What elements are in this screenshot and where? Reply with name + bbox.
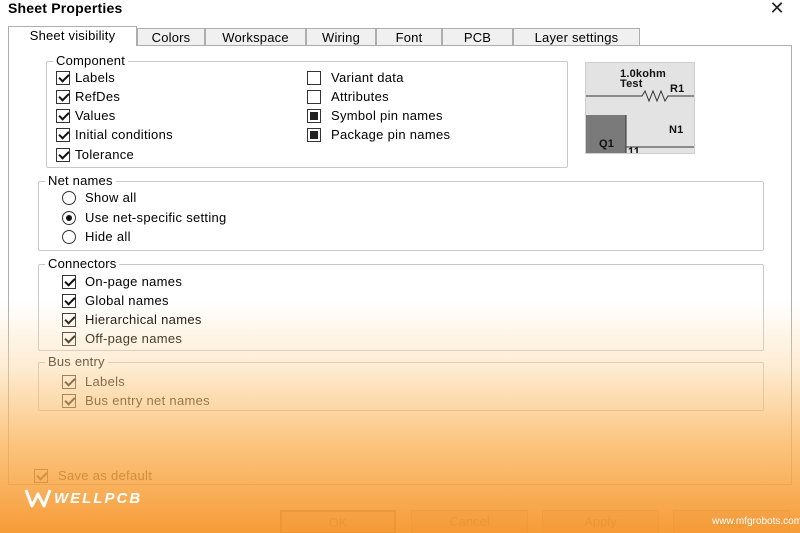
connectors-legend: Connectors bbox=[45, 256, 120, 272]
checkbox-label: Package pin names bbox=[331, 127, 451, 142]
tab-workspace[interactable]: Workspace bbox=[205, 28, 306, 45]
radio-label: Show all bbox=[85, 190, 137, 205]
checkbox-label: Tolerance bbox=[75, 147, 135, 162]
checkbox-box[interactable] bbox=[56, 109, 70, 123]
checkbox-box[interactable] bbox=[56, 148, 70, 162]
checkbox-box[interactable] bbox=[307, 128, 321, 142]
sheet-properties-dialog: Sheet Properties ✕ Sheet visibility Colo… bbox=[0, 0, 800, 533]
tab-colors[interactable]: Colors bbox=[137, 28, 205, 45]
checkbox-box[interactable] bbox=[56, 90, 70, 104]
checkbox-box[interactable] bbox=[62, 275, 76, 289]
checkbox-box[interactable] bbox=[62, 313, 76, 327]
component-preview: 1.0kohm Test R1 N1 Q1 11 bbox=[585, 62, 695, 154]
radio-button[interactable] bbox=[62, 230, 76, 244]
checkbox-box[interactable] bbox=[62, 375, 76, 389]
radio-button[interactable] bbox=[62, 191, 76, 205]
checkbox-label: Attributes bbox=[331, 89, 389, 104]
checkbox-label: On-page names bbox=[85, 274, 183, 289]
help-button[interactable]: Help bbox=[673, 510, 790, 533]
tab-pcb[interactable]: PCB bbox=[442, 28, 513, 45]
radio-label: Use net-specific setting bbox=[85, 210, 227, 225]
checkbox-box[interactable] bbox=[62, 394, 76, 408]
checkbox-label: RefDes bbox=[75, 89, 121, 104]
checkbox-box[interactable] bbox=[62, 332, 76, 346]
close-icon[interactable]: ✕ bbox=[766, 0, 788, 18]
title-bar: Sheet Properties ✕ bbox=[0, 0, 800, 18]
checkbox-label: Labels bbox=[85, 374, 126, 389]
checkbox-label: Global names bbox=[85, 293, 169, 308]
checkbox-label: Variant data bbox=[331, 70, 404, 85]
radio-button[interactable] bbox=[62, 211, 76, 225]
preview-net-label: N1 bbox=[669, 124, 684, 136]
ok-button[interactable]: OK bbox=[280, 510, 396, 533]
checkbox-label: Initial conditions bbox=[75, 127, 173, 142]
tab-sheet-visibility[interactable]: Sheet visibility bbox=[8, 26, 137, 46]
tab-font[interactable]: Font bbox=[376, 28, 442, 45]
preview-test-label: Test bbox=[620, 78, 643, 90]
checkbox-label: Bus entry net names bbox=[85, 393, 210, 408]
cancel-button[interactable]: Cancel bbox=[411, 510, 528, 533]
checkbox-box[interactable] bbox=[307, 71, 321, 85]
checkbox-label: Off-page names bbox=[85, 331, 183, 346]
preview-refdes-resistor: R1 bbox=[670, 83, 685, 95]
radio-label: Hide all bbox=[85, 229, 131, 244]
preview-pin-label: 11 bbox=[628, 146, 641, 154]
checkbox-box[interactable] bbox=[56, 71, 70, 85]
tab-layer-settings[interactable]: Layer settings bbox=[513, 28, 640, 45]
checkbox-box[interactable] bbox=[62, 294, 76, 308]
checkbox-label: Hierarchical names bbox=[85, 312, 202, 327]
checkbox-box[interactable] bbox=[34, 469, 48, 483]
net-names-legend: Net names bbox=[45, 173, 116, 189]
checkbox-label: Labels bbox=[75, 70, 116, 85]
apply-button[interactable]: Apply bbox=[542, 510, 659, 533]
checkbox-label: Values bbox=[75, 108, 116, 123]
preview-refdes-part: Q1 bbox=[599, 138, 615, 150]
checkbox-label: Symbol pin names bbox=[331, 108, 443, 123]
tab-wiring[interactable]: Wiring bbox=[306, 28, 376, 45]
bus-entry-legend: Bus entry bbox=[45, 354, 108, 370]
component-legend: Component bbox=[53, 53, 129, 69]
checkbox-label: Save as default bbox=[58, 468, 153, 483]
checkbox-box[interactable] bbox=[56, 128, 70, 142]
checkbox-box[interactable] bbox=[307, 109, 321, 123]
checkbox-box[interactable] bbox=[307, 90, 321, 104]
dialog-title: Sheet Properties bbox=[8, 0, 123, 16]
